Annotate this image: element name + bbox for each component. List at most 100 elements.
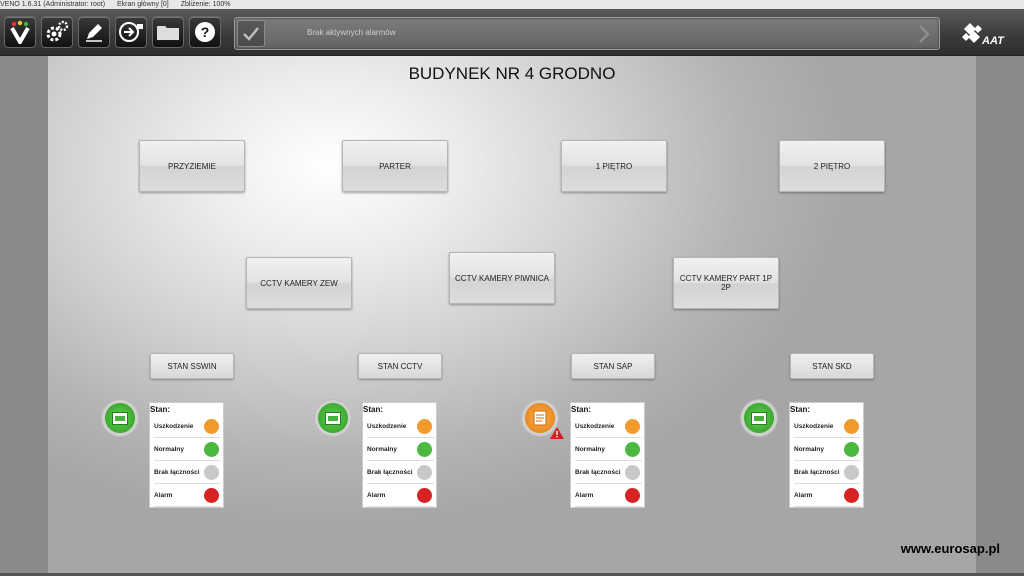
checkmark-icon xyxy=(243,26,259,41)
fault-icon xyxy=(625,419,640,434)
page-title: BUDYNEK NR 4 GRODNO xyxy=(408,64,616,83)
legend-label: Brak łączności xyxy=(575,469,621,476)
building-panel: BUDYNEK NR 4 GRODNO PRZYZIEMIE PARTER 1 … xyxy=(48,56,976,576)
alarm-icon xyxy=(844,488,859,503)
no-connection-icon xyxy=(844,465,859,480)
panel-device-icon xyxy=(325,411,341,425)
legend-sswin: Stan: Uszkodzenie Normalny Brak łącznośc… xyxy=(149,402,224,508)
legend-title: Stan: xyxy=(571,405,591,414)
floor-button-parter[interactable]: PARTER xyxy=(342,140,448,192)
warning-icon xyxy=(550,427,564,439)
stan-skd-button[interactable]: STAN SKD xyxy=(790,353,874,379)
legend-row-uszkodzenie: Uszkodzenie xyxy=(794,416,861,438)
skd-status-icon[interactable] xyxy=(744,403,774,433)
sswin-status-icon[interactable] xyxy=(105,403,135,433)
normal-icon xyxy=(204,442,219,457)
legend-title: Stan: xyxy=(363,405,383,414)
sap-status-icon[interactable] xyxy=(525,403,564,439)
settings-button[interactable] xyxy=(41,16,73,48)
screen-label: Ekran główny [0] xyxy=(117,1,169,8)
legend-row-alarm: Alarm xyxy=(794,485,861,507)
legend-label: Brak łączności xyxy=(794,469,840,476)
legend-label: Brak łączności xyxy=(367,469,413,476)
fault-icon xyxy=(204,419,219,434)
folder-icon xyxy=(157,26,179,40)
fault-icon xyxy=(844,419,859,434)
no-connection-icon xyxy=(204,465,219,480)
panel-device-icon xyxy=(112,411,128,425)
legend-sap: Stan: Uszkodzenie Normalny Brak łącznośc… xyxy=(570,402,645,508)
alarm-icon xyxy=(204,488,219,503)
legend-label: Alarm xyxy=(154,492,173,499)
fault-icon xyxy=(417,419,432,434)
stan-sap-button[interactable]: STAN SAP xyxy=(571,353,655,379)
normal-icon xyxy=(844,442,859,457)
zoom-label: Zbliżenie: 100% xyxy=(180,1,231,8)
legend-row-normalny: Normalny xyxy=(367,439,434,461)
help-button[interactable]: ? xyxy=(189,16,221,48)
legend-row-uszkodzenie: Uszkodzenie xyxy=(575,416,642,438)
stan-cctv-button[interactable]: STAN CCTV xyxy=(358,353,442,379)
legend-label: Normalny xyxy=(154,446,184,453)
title-bar: VENO 1.6.31 (Administrator: root) Ekran … xyxy=(0,0,1024,9)
alarm-icon xyxy=(625,488,640,503)
legend-row-normalny: Normalny xyxy=(154,439,221,461)
legend-skd: Stan: Uszkodzenie Normalny Brak łącznośc… xyxy=(789,402,864,508)
legend-title: Stan: xyxy=(150,405,170,414)
legend-label: Normalny xyxy=(794,446,824,453)
legend-label: Brak łączności xyxy=(154,469,200,476)
watermark: www.eurosap.pl xyxy=(900,541,1000,556)
legend-label: Uszkodzenie xyxy=(367,423,407,430)
legend-label: Normalny xyxy=(367,446,397,453)
cctv-button-part[interactable]: CCTV KAMERY PART 1P 2P xyxy=(673,257,779,309)
help-icon: ? xyxy=(195,22,215,42)
cctv-status-icon[interactable] xyxy=(318,403,348,433)
legend-cctv: Stan: Uszkodzenie Normalny Brak łącznośc… xyxy=(362,402,437,508)
legend-row-uszkodzenie: Uszkodzenie xyxy=(367,416,434,438)
open-button[interactable] xyxy=(152,16,184,48)
edit-pencil-icon xyxy=(86,24,102,42)
app-title: VENO 1.6.31 (Administrator: root) xyxy=(0,1,106,8)
normal-icon xyxy=(625,442,640,457)
legend-label: Normalny xyxy=(575,446,605,453)
aat-logo-icon: AAT xyxy=(962,23,1005,47)
legend-row-brak-lacznosci: Brak łączności xyxy=(367,462,434,484)
svg-text:AAT: AAT xyxy=(981,35,1005,47)
legend-row-alarm: Alarm xyxy=(575,485,642,507)
panel-device-icon xyxy=(533,410,547,426)
alarm-bar[interactable]: Brak aktywnych alarmów xyxy=(234,17,940,50)
legend-row-brak-lacznosci: Brak łączności xyxy=(575,462,642,484)
alarm-status-text: Brak aktywnych alarmów xyxy=(307,28,396,37)
cctv-button-zew[interactable]: CCTV KAMERY ZEW xyxy=(246,257,352,309)
legend-row-brak-lacznosci: Brak łączności xyxy=(154,462,221,484)
legend-row-uszkodzenie: Uszkodzenie xyxy=(154,416,221,438)
edit-button[interactable] xyxy=(78,16,110,48)
legend-label: Alarm xyxy=(575,492,594,499)
normal-icon xyxy=(417,442,432,457)
exit-screen-button[interactable] xyxy=(115,16,147,48)
floor-button-2-pietro[interactable]: 2 PIĘTRO xyxy=(779,140,885,192)
legend-title: Stan: xyxy=(790,405,810,414)
legend-row-normalny: Normalny xyxy=(575,439,642,461)
legend-row-normalny: Normalny xyxy=(794,439,861,461)
acknowledge-button[interactable] xyxy=(237,20,265,47)
legend-label: Uszkodzenie xyxy=(154,423,194,430)
veno-button[interactable] xyxy=(4,16,36,48)
legend-row-alarm: Alarm xyxy=(154,485,221,507)
panel-device-icon xyxy=(751,411,767,425)
toolbar: ? Brak aktywnych alarmów AAT xyxy=(0,9,1024,56)
chevron-right-icon[interactable] xyxy=(917,24,931,44)
alarm-icon xyxy=(417,488,432,503)
no-connection-icon xyxy=(417,465,432,480)
cctv-button-piwnica[interactable]: CCTV KAMERY PIWNICA xyxy=(449,252,555,304)
floor-button-przyziemie[interactable]: PRZYZIEMIE xyxy=(139,140,245,192)
exit-screen-icon xyxy=(119,22,143,42)
legend-label: Uszkodzenie xyxy=(575,423,615,430)
stan-sswin-button[interactable]: STAN SSWIN xyxy=(150,353,234,379)
legend-row-alarm: Alarm xyxy=(367,485,434,507)
legend-label: Alarm xyxy=(794,492,813,499)
no-connection-icon xyxy=(625,465,640,480)
floor-button-1-pietro[interactable]: 1 PIĘTRO xyxy=(561,140,667,192)
legend-label: Alarm xyxy=(367,492,386,499)
app-window: VENO 1.6.31 (Administrator: root) Ekran … xyxy=(0,0,1024,576)
